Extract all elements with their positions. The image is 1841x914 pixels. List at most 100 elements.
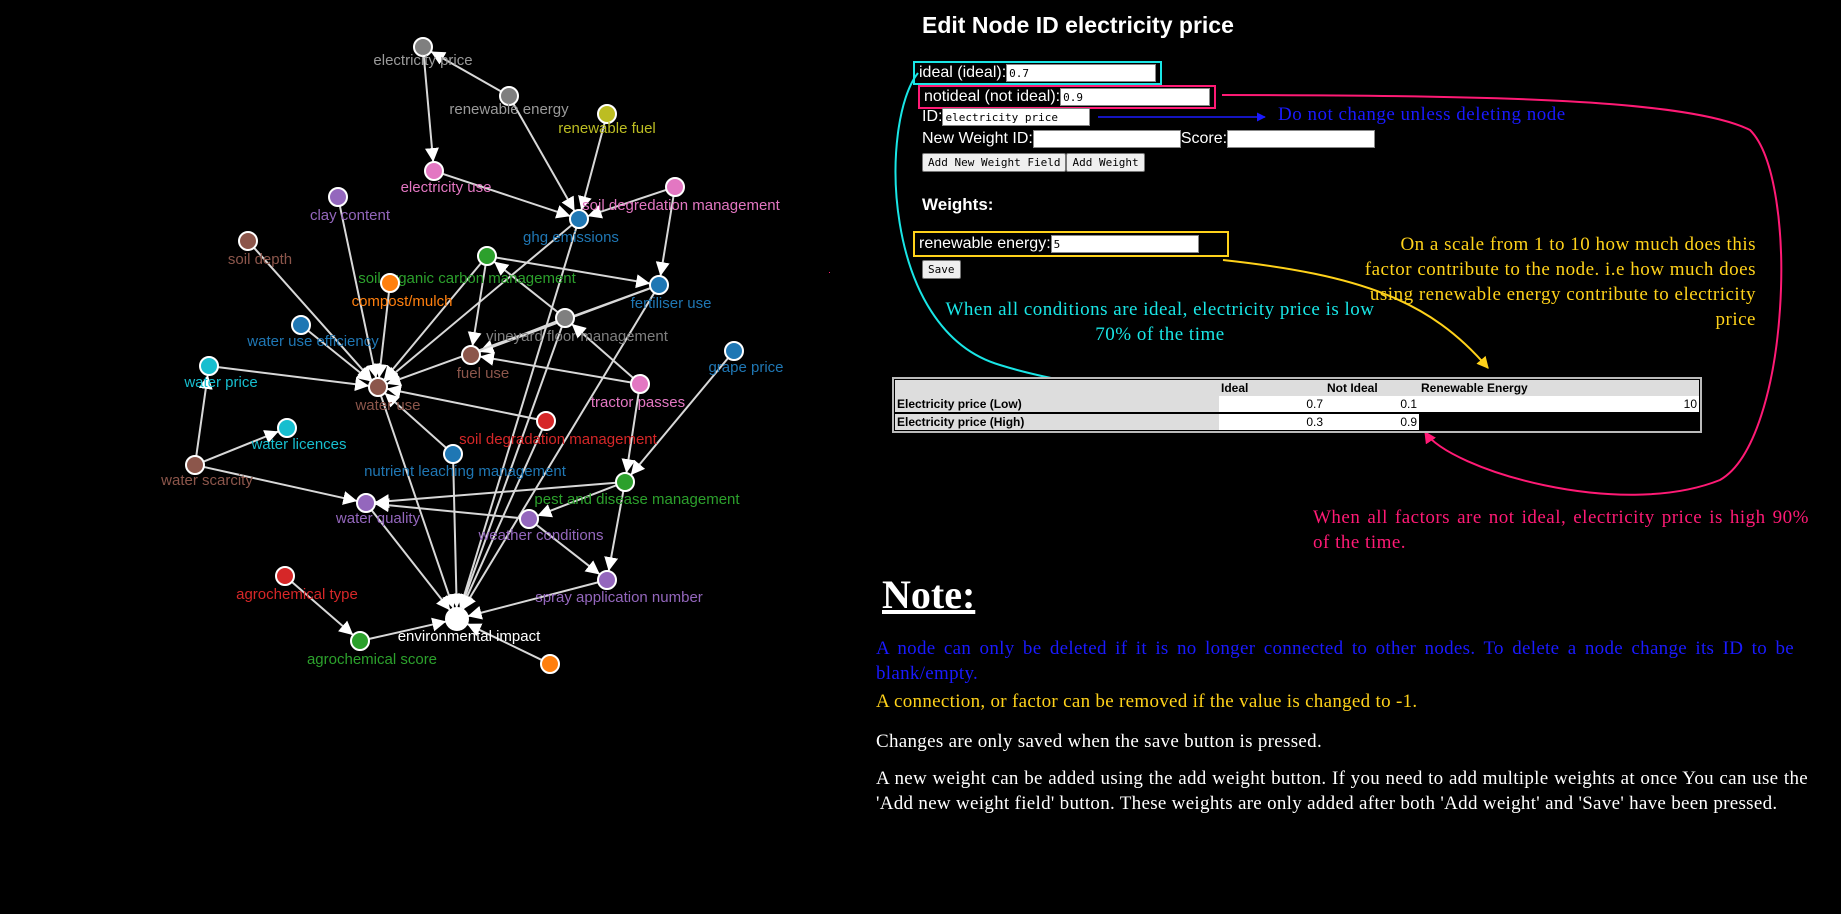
graph-node[interactable] xyxy=(350,631,370,651)
graph-node[interactable] xyxy=(519,509,539,529)
graph-node-label: nutrient leaching management xyxy=(364,463,567,480)
graph-node[interactable] xyxy=(445,607,469,631)
graph-node[interactable] xyxy=(597,570,617,590)
id-label: ID: xyxy=(922,108,943,125)
graph-node-label: renewable fuel xyxy=(558,120,656,137)
graph-node-label: renewable energy xyxy=(449,101,569,118)
table-cell[interactable]: 0.7 xyxy=(1219,396,1325,413)
graph-node[interactable] xyxy=(665,177,685,197)
graph-node-label: compost/mulch xyxy=(352,293,453,310)
graph-node[interactable] xyxy=(443,444,463,464)
graph-edge xyxy=(338,205,381,379)
table-header-cell: Ideal xyxy=(1219,380,1325,396)
graph-node-label: clay content xyxy=(310,207,391,224)
graph-node-label: environmental impact xyxy=(398,628,541,645)
graph-node[interactable] xyxy=(724,341,744,361)
note-heading: Note: xyxy=(882,572,976,617)
graph-node-label: weather conditions xyxy=(477,527,603,544)
graph-node-label: fuel use xyxy=(457,365,510,382)
ideal-input[interactable] xyxy=(1006,64,1157,82)
graph-node-label: water price xyxy=(183,374,257,391)
delete-note: A node can only be deleted if it is no l… xyxy=(876,638,1794,684)
graph-node-label: soil degredation management xyxy=(582,197,780,214)
ideal-label: ideal (ideal): xyxy=(919,64,1007,81)
add-weight-button[interactable]: Add Weight xyxy=(1066,153,1145,172)
table-cell[interactable]: 0.9 xyxy=(1325,412,1419,430)
add-new-weight-field-button[interactable]: Add New Weight Field xyxy=(922,153,1067,172)
graph-node-label: ghg emissions xyxy=(523,229,619,246)
add-weight-note: A new weight can be added using the add … xyxy=(876,768,1808,814)
graph-node-label: water quality xyxy=(335,510,421,527)
new-weight-row: New Weight ID: Score: xyxy=(922,130,1376,148)
table-cell[interactable]: 10 xyxy=(1419,396,1699,413)
graph-node-label: agrochemical score xyxy=(307,651,437,668)
graph-node[interactable] xyxy=(328,187,348,207)
graph-node[interactable] xyxy=(368,377,388,397)
network-graph[interactable]: electricity price renewable energy renewab… xyxy=(0,0,840,680)
table-row: Electricity price (High) 0.3 0.9 xyxy=(895,412,1699,430)
graph-node-label: pest and disease management xyxy=(534,491,740,508)
table-row-label: Electricity price (Low) xyxy=(895,396,1219,413)
graph-node-label: agrochemical type xyxy=(236,586,358,603)
id-row: ID: xyxy=(922,108,1091,126)
graph-node[interactable] xyxy=(380,273,400,293)
probability-table: Ideal Not Ideal Renewable Energy Electri… xyxy=(892,377,1702,433)
graph-node[interactable] xyxy=(461,345,481,365)
notideal-input[interactable] xyxy=(1060,88,1211,106)
weight-row: renewable energy: xyxy=(913,231,1229,257)
score-input[interactable] xyxy=(1227,130,1376,148)
graph-node[interactable] xyxy=(477,246,497,266)
remove-note: A connection, or factor can be removed i… xyxy=(876,691,1418,712)
graph-node-label: electricity price xyxy=(373,52,472,69)
panel-title: Edit Node ID electricity price xyxy=(922,12,1234,38)
graph-edge xyxy=(422,55,439,163)
save-note: Changes are only saved when the save but… xyxy=(876,731,1323,752)
graph-edge xyxy=(449,462,464,609)
graph-node-label: fertiliser use xyxy=(631,295,712,312)
id-input[interactable] xyxy=(942,108,1091,126)
graph-node[interactable] xyxy=(649,275,669,295)
graph-node[interactable] xyxy=(424,161,444,181)
graph-node[interactable] xyxy=(555,308,575,328)
graph-node-label: soil depth xyxy=(228,251,292,268)
graph-node[interactable] xyxy=(199,356,219,376)
table-header-cell: Renewable Energy xyxy=(1419,380,1699,396)
table-cell[interactable]: 0.3 xyxy=(1219,412,1325,430)
notideal-row: notideal (not ideal): xyxy=(918,85,1217,109)
table-header-cell: Not Ideal xyxy=(1325,380,1419,396)
graph-node-label: water use xyxy=(354,397,420,414)
ideal-row: ideal (ideal): xyxy=(913,61,1163,85)
graph-edge xyxy=(379,395,456,609)
graph-node-label: vineyard floor management xyxy=(486,328,669,345)
score-label: Score: xyxy=(1180,130,1228,147)
table-row-label: Electricity price (High) xyxy=(895,412,1219,430)
id-hint: Do not change unless deleting node xyxy=(1278,104,1566,125)
graph-node-label: grape price xyxy=(708,359,783,376)
graph-node[interactable] xyxy=(540,654,560,674)
graph-node[interactable] xyxy=(277,418,297,438)
table-cell[interactable]: 0.1 xyxy=(1325,396,1419,413)
graph-node[interactable] xyxy=(630,374,650,394)
weight-buttons: Add New Weight Field Add Weight xyxy=(922,153,1145,172)
ideal-note: When all conditions are ideal, electrici… xyxy=(945,299,1375,345)
graph-node-label: water use efficiency xyxy=(246,333,379,350)
save-button[interactable]: Save xyxy=(922,260,961,279)
graph-node[interactable] xyxy=(275,566,295,586)
notideal-note: When all factors are not ideal, electric… xyxy=(1313,507,1809,553)
graph-node[interactable] xyxy=(615,472,635,492)
graph-node[interactable] xyxy=(291,315,311,335)
graph-node[interactable] xyxy=(238,231,258,251)
graph-node[interactable] xyxy=(536,411,556,431)
new-weight-label: New Weight ID: xyxy=(922,130,1033,147)
graph-node-label: water scarcity xyxy=(160,472,253,489)
new-weight-input[interactable] xyxy=(1032,130,1181,148)
graph-node[interactable] xyxy=(569,209,589,229)
graph-node-label: spray application number xyxy=(535,589,703,606)
table-header-cell xyxy=(895,380,1219,396)
graph-node-label: soil degradation management xyxy=(459,431,657,448)
notideal-label: notideal (not ideal): xyxy=(924,88,1061,105)
weights-heading: Weights: xyxy=(922,195,994,214)
weight-input[interactable] xyxy=(1050,235,1199,253)
table-row: Electricity price (Low) 0.7 0.1 10 xyxy=(895,396,1699,413)
graph-node-label: tractor passes xyxy=(591,394,685,411)
